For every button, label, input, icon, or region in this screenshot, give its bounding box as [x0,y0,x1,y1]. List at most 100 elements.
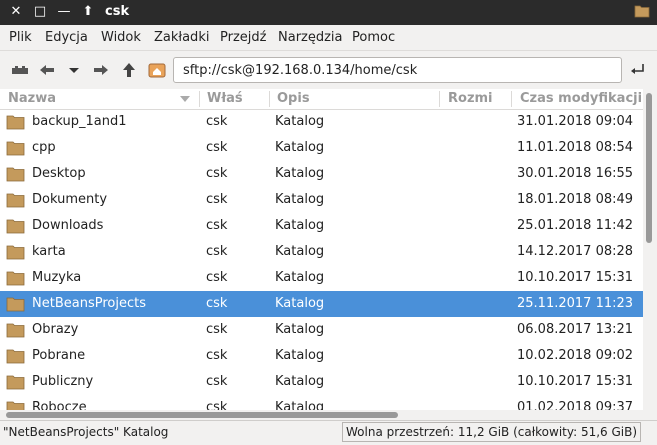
file-row[interactable]: Downloads csk Katalog 25.01.2018 11:42 [0,213,643,239]
file-description: Katalog [275,348,325,363]
file-row[interactable]: karta csk Katalog 14.12.2017 08:28 [0,239,643,265]
file-modified: 18.01.2018 08:49 [517,192,634,207]
up-icon[interactable] [119,61,139,79]
file-name: Muzyka [32,270,82,285]
vertical-scroll-thumb[interactable] [646,93,652,243]
horizontal-scroll-thumb[interactable] [6,412,398,418]
home-icon[interactable] [147,61,167,79]
vertical-scrollbar[interactable] [643,89,657,410]
folder-icon [6,349,25,364]
column-separator[interactable] [439,91,440,107]
folder-icon [6,245,25,260]
file-owner: csk [206,218,228,233]
menu-edit[interactable]: Edycja [45,30,88,45]
folder-icon [6,297,25,312]
file-owner: csk [206,400,228,410]
column-name[interactable]: Nazwa [8,91,56,106]
menu-bookmarks[interactable]: Zakładki [154,30,209,45]
file-modified: 14.12.2017 08:28 [517,244,634,259]
free-space-status: Wolna przestrzeń: 11,2 GiB (całkowity: 5… [342,422,642,442]
file-modified: 11.01.2018 08:54 [517,140,634,155]
selection-status: "NetBeansProjects" Katalog [3,425,169,439]
file-name: cpp [32,140,56,155]
file-owner: csk [206,348,228,363]
menu-go[interactable]: Przejdź [220,30,266,45]
folder-icon [6,401,25,410]
file-name: Pobrane [32,348,86,363]
folder-icon [6,323,25,338]
file-description: Katalog [275,374,325,389]
file-description: Katalog [275,400,325,410]
file-row-selected[interactable]: NetBeansProjects csk Katalog 25.11.2017 … [0,291,643,317]
folder-icon [6,219,25,234]
file-description: Katalog [275,140,325,155]
file-modified: 25.01.2018 11:42 [517,218,634,233]
file-modified: 06.08.2017 13:21 [517,322,634,337]
minimize-icon[interactable]: — [55,3,73,21]
file-description: Katalog [275,192,325,207]
close-icon[interactable]: ✕ [7,3,25,21]
file-owner: csk [206,322,228,337]
file-name: Obrazy [32,322,79,337]
column-size[interactable]: Rozmi [448,91,493,106]
file-description: Katalog [275,322,325,337]
folder-icon [6,141,25,156]
file-row[interactable]: backup_1and1 csk Katalog 31.01.2018 09:0… [0,109,643,135]
file-name: Robocze [32,400,87,410]
column-header: Nazwa Właś Opis Rozmi Czas modyfikacji [0,89,643,110]
file-row[interactable]: Publiczny csk Katalog 10.10.2017 15:31 [0,369,643,395]
scroll-corner [643,410,657,420]
file-modified: 31.01.2018 09:04 [517,114,634,129]
back-icon[interactable] [37,61,57,79]
up-icon[interactable]: ⬆ [79,3,97,21]
file-name: Desktop [32,166,86,181]
menu-view[interactable]: Widok [101,30,141,45]
forward-icon[interactable] [91,61,111,79]
go-icon[interactable] [628,61,648,79]
file-name: Publiczny [32,374,94,389]
menu-help[interactable]: Pomoc [352,30,395,45]
file-row[interactable]: Desktop csk Katalog 30.01.2018 16:55 [0,161,643,187]
maximize-icon[interactable]: □ [31,3,49,21]
status-bar: "NetBeansProjects" Katalog Wolna przestr… [0,420,657,445]
folder-icon [6,167,25,182]
folder-icon [634,5,650,18]
menu-bar: Plik Edycja Widok Zakładki Przejdź Narzę… [0,25,657,51]
menu-file[interactable]: Plik [9,30,32,45]
horizontal-scrollbar[interactable] [0,410,643,420]
location-input[interactable] [174,58,613,82]
file-description: Katalog [275,270,325,285]
folder-icon [6,193,25,208]
window-title: csk [105,4,130,19]
file-list: backup_1and1 csk Katalog 31.01.2018 09:0… [0,109,643,410]
file-modified: 01.02.2018 09:37 [517,400,634,410]
file-row[interactable]: Dokumenty csk Katalog 18.01.2018 08:49 [0,187,643,213]
connect-icon[interactable] [10,61,30,79]
history-dropdown-icon[interactable] [64,61,84,79]
location-bar[interactable] [173,57,622,83]
folder-icon [6,271,25,286]
file-description: Katalog [275,296,325,311]
file-owner: csk [206,244,228,259]
file-row[interactable]: Robocze csk Katalog 01.02.2018 09:37 [0,395,643,410]
file-modified: 10.10.2017 15:31 [517,270,634,285]
file-modified: 25.11.2017 11:23 [517,296,634,311]
file-name: Downloads [32,218,104,233]
file-description: Katalog [275,244,325,259]
file-owner: csk [206,374,228,389]
column-separator[interactable] [511,91,512,107]
file-row[interactable]: Obrazy csk Katalog 06.08.2017 13:21 [0,317,643,343]
sort-arrow-icon[interactable] [180,95,190,103]
column-description[interactable]: Opis [277,91,310,106]
column-modified[interactable]: Czas modyfikacji [520,91,642,106]
toolbar [0,51,657,90]
column-owner[interactable]: Właś [207,91,243,106]
file-row[interactable]: Muzyka csk Katalog 10.10.2017 15:31 [0,265,643,291]
menu-tools[interactable]: Narzędzia [278,30,343,45]
file-row[interactable]: cpp csk Katalog 11.01.2018 08:54 [0,135,643,161]
column-separator[interactable] [199,91,200,107]
title-bar: ✕ □ — ⬆ csk [0,0,657,25]
column-separator[interactable] [269,91,270,107]
file-row[interactable]: Pobrane csk Katalog 10.02.2018 09:02 [0,343,643,369]
file-owner: csk [206,296,228,311]
